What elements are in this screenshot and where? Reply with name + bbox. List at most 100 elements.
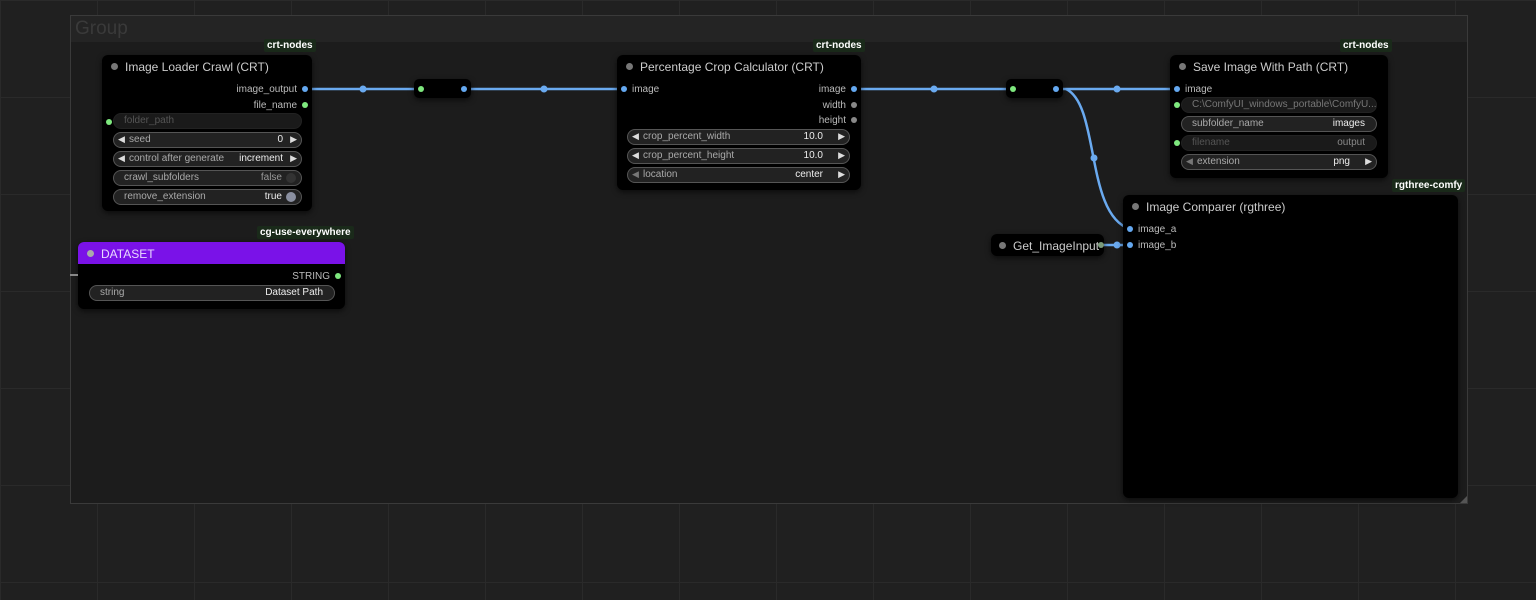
link-midpoint[interactable] <box>930 85 938 93</box>
extension-label: extension <box>1197 156 1240 167</box>
increment-arrow-icon[interactable]: ▶ <box>1365 156 1372 167</box>
decrement-arrow-icon[interactable]: ◀ <box>632 150 639 161</box>
collapse-dot[interactable] <box>626 63 633 70</box>
collapse-dot[interactable] <box>87 250 94 257</box>
output-label-image: image <box>818 84 846 95</box>
remove-extension-toggle[interactable]: remove_extension true <box>113 189 302 205</box>
link-midpoint[interactable] <box>1113 241 1121 249</box>
link-midpoint[interactable] <box>1113 85 1121 93</box>
node-title-bar[interactable]: Save Image With Path (CRT) <box>1170 55 1388 77</box>
crawl-subfolders-toggle[interactable]: crawl_subfolders false <box>113 170 302 186</box>
collapse-dot[interactable] <box>1132 203 1139 210</box>
input-label-image-b: image_b <box>1138 240 1177 251</box>
node-title-bar[interactable]: Percentage Crop Calculator (CRT) <box>617 55 861 77</box>
node-source-badge: rgthree-comfy <box>1392 179 1466 192</box>
reroute-input-port[interactable] <box>418 86 424 92</box>
percentage-crop-calculator-node[interactable]: Percentage Crop Calculator (CRT) image i… <box>617 55 861 190</box>
seed-label: seed <box>129 134 151 145</box>
node-source-badge: crt-nodes <box>1340 39 1392 52</box>
increment-arrow-icon[interactable]: ▶ <box>838 150 845 161</box>
remove-extension-label: remove_extension <box>124 191 206 202</box>
location-combo[interactable]: ◀ location center ▶ <box>627 167 850 183</box>
filename-label: filename <box>1192 137 1230 148</box>
increment-arrow-icon[interactable]: ▶ <box>838 169 845 180</box>
link-midpoint[interactable] <box>1090 154 1098 162</box>
input-port-filename[interactable] <box>1174 140 1180 146</box>
extension-combo[interactable]: ◀ extension png ▶ <box>1181 154 1377 170</box>
decrement-arrow-icon[interactable]: ◀ <box>632 169 639 180</box>
link-midpoint[interactable] <box>540 85 548 93</box>
collapsed-link-marker <box>70 274 78 276</box>
control-label: control after generate <box>129 153 225 164</box>
increment-arrow-icon[interactable]: ▶ <box>290 134 297 145</box>
extension-value: png <box>1333 156 1350 167</box>
reroute-output-port[interactable] <box>461 86 467 92</box>
subfolder-name-value: images <box>1332 118 1365 129</box>
toggle-knob[interactable] <box>286 192 296 202</box>
decrement-arrow-icon[interactable]: ◀ <box>118 153 125 164</box>
output-port-image[interactable] <box>851 86 857 92</box>
decrement-arrow-icon[interactable]: ◀ <box>118 134 125 145</box>
decrement-arrow-icon[interactable]: ◀ <box>632 131 639 142</box>
string-label: string <box>100 287 125 298</box>
node-title: DATASET <box>101 247 155 261</box>
subfolder-name-field[interactable]: subfolder_name images <box>1181 116 1377 132</box>
image-loader-crawl-node[interactable]: Image Loader Crawl (CRT) image_output fi… <box>102 55 312 211</box>
output-port-string[interactable] <box>335 273 341 279</box>
toggle-knob[interactable] <box>286 173 296 183</box>
node-source-badge: crt-nodes <box>264 39 316 52</box>
node-title: Image Loader Crawl (CRT) <box>125 60 269 74</box>
seed-stepper[interactable]: ◀ seed 0 ▶ <box>113 132 302 148</box>
collapse-dot[interactable] <box>111 63 118 70</box>
reroute-node-1[interactable] <box>414 79 471 98</box>
collapse-dot[interactable] <box>1179 63 1186 70</box>
path-field[interactable]: C:\ComfyUI_windows_portable\ComfyU... <box>1181 97 1377 113</box>
image-comparer-node[interactable]: Image Comparer (rgthree) image_a image_b <box>1123 195 1458 498</box>
output-port-height[interactable] <box>851 117 857 123</box>
crop-percent-width-stepper[interactable]: ◀ crop_percent_width 10.0 ▶ <box>627 129 850 145</box>
input-port-image[interactable] <box>621 86 627 92</box>
remove-extension-value: true <box>264 191 282 202</box>
node-title: Save Image With Path (CRT) <box>1193 60 1349 74</box>
output-port-image-output[interactable] <box>302 86 308 92</box>
location-value: center <box>795 169 823 180</box>
input-port-image-b[interactable] <box>1127 242 1133 248</box>
crawl-subfolders-label: crawl_subfolders <box>124 172 200 183</box>
node-source-badge: cg-use-everywhere <box>257 226 354 239</box>
increment-arrow-icon[interactable]: ▶ <box>838 131 845 142</box>
filename-value: output <box>1337 137 1365 148</box>
output-label-file-name: file_name <box>253 100 297 111</box>
input-port-folder-path[interactable] <box>106 119 112 125</box>
reroute-output-port[interactable] <box>1053 86 1059 92</box>
input-port-image[interactable] <box>1174 86 1180 92</box>
location-label: location <box>643 169 678 180</box>
output-port-file-name[interactable] <box>302 102 308 108</box>
string-field[interactable]: string Dataset Path <box>89 285 335 301</box>
output-port-image[interactable] <box>1098 242 1104 248</box>
reroute-node-2[interactable] <box>1006 79 1063 98</box>
crop-percent-height-stepper[interactable]: ◀ crop_percent_height 10.0 ▶ <box>627 148 850 164</box>
input-port-image-a[interactable] <box>1127 226 1133 232</box>
node-title-bar[interactable]: Image Comparer (rgthree) <box>1123 195 1458 217</box>
dataset-node[interactable]: DATASET STRING string Dataset Path <box>78 242 345 309</box>
link-midpoint[interactable] <box>359 85 367 93</box>
node-title: Percentage Crop Calculator (CRT) <box>640 60 824 74</box>
output-label-string: STRING <box>292 271 330 282</box>
control-value: increment <box>239 153 283 164</box>
get-image-input-node[interactable]: Get_ImageInput <box>991 234 1104 256</box>
save-image-with-path-node[interactable]: Save Image With Path (CRT) image C:\Comf… <box>1170 55 1388 178</box>
increment-arrow-icon[interactable]: ▶ <box>290 153 297 164</box>
output-port-width[interactable] <box>851 102 857 108</box>
folder-path-label: folder_path <box>124 115 175 126</box>
crop-percent-width-label: crop_percent_width <box>643 131 731 142</box>
collapse-dot[interactable] <box>999 242 1006 249</box>
input-port-path[interactable] <box>1174 102 1180 108</box>
string-value: Dataset Path <box>265 287 323 298</box>
node-title-bar[interactable]: Image Loader Crawl (CRT) <box>102 55 312 77</box>
reroute-input-port[interactable] <box>1010 86 1016 92</box>
decrement-arrow-icon[interactable]: ◀ <box>1186 156 1193 167</box>
control-after-generate-combo[interactable]: ◀ control after generate increment ▶ <box>113 151 302 167</box>
node-title-bar[interactable]: DATASET <box>78 242 345 264</box>
folder-path-field[interactable]: folder_path <box>113 113 302 129</box>
filename-field[interactable]: filename output <box>1181 135 1377 151</box>
